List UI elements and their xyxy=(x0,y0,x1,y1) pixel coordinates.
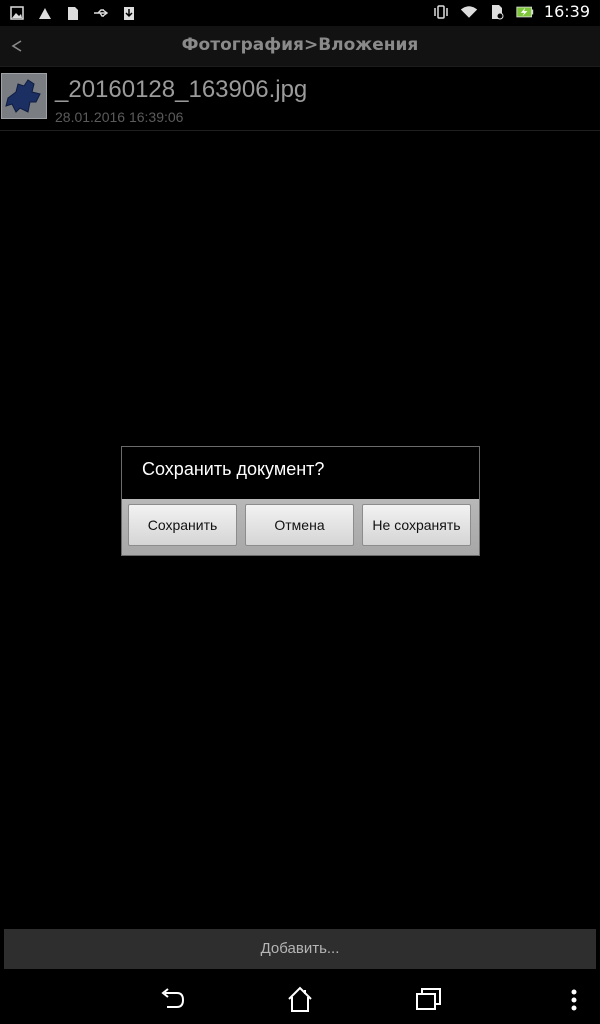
attachment-list-item[interactable]: _20160128_163906.jpg 28.01.2016 16:39:06 xyxy=(0,68,600,131)
system-icons: 16:39 xyxy=(432,2,590,21)
file-thumbnail xyxy=(1,73,47,119)
action-bar: Фотография>Вложения xyxy=(0,26,600,67)
save-button[interactable]: Сохранить xyxy=(128,504,237,546)
notification-icons xyxy=(8,4,138,22)
file-name: _20160128_163906.jpg xyxy=(55,76,308,103)
clock: 16:39 xyxy=(543,2,590,21)
dialog-button-bar: Сохранить Отмена Не сохранять xyxy=(122,499,479,555)
save-document-dialog: Сохранить документ? Сохранить Отмена Не … xyxy=(121,446,480,556)
alert-icon xyxy=(36,4,54,22)
image-icon xyxy=(8,4,26,22)
home-icon[interactable] xyxy=(285,984,315,1014)
puzzle-icon xyxy=(5,79,41,113)
cancel-button[interactable]: Отмена xyxy=(245,504,354,546)
page-title: Фотография>Вложения xyxy=(181,35,419,55)
file-date: 28.01.2016 16:39:06 xyxy=(55,109,184,125)
back-nav-icon[interactable] xyxy=(157,984,187,1014)
dialog-message: Сохранить документ? xyxy=(142,459,325,479)
dont-save-button[interactable]: Не сохранять xyxy=(362,504,471,546)
vibrate-icon xyxy=(432,3,450,21)
sdcard-icon xyxy=(64,4,82,22)
navigation-bar xyxy=(0,972,600,1024)
usb-icon xyxy=(92,4,110,22)
sim-icon xyxy=(488,3,506,21)
add-attachment-button[interactable]: Добавить... xyxy=(4,929,596,969)
battery-charging-icon xyxy=(516,3,534,21)
wifi-icon xyxy=(460,3,478,21)
download-icon xyxy=(120,4,138,22)
recent-apps-icon[interactable] xyxy=(413,984,443,1014)
overflow-menu-icon[interactable] xyxy=(566,984,582,1014)
status-bar: 16:39 xyxy=(0,0,600,26)
